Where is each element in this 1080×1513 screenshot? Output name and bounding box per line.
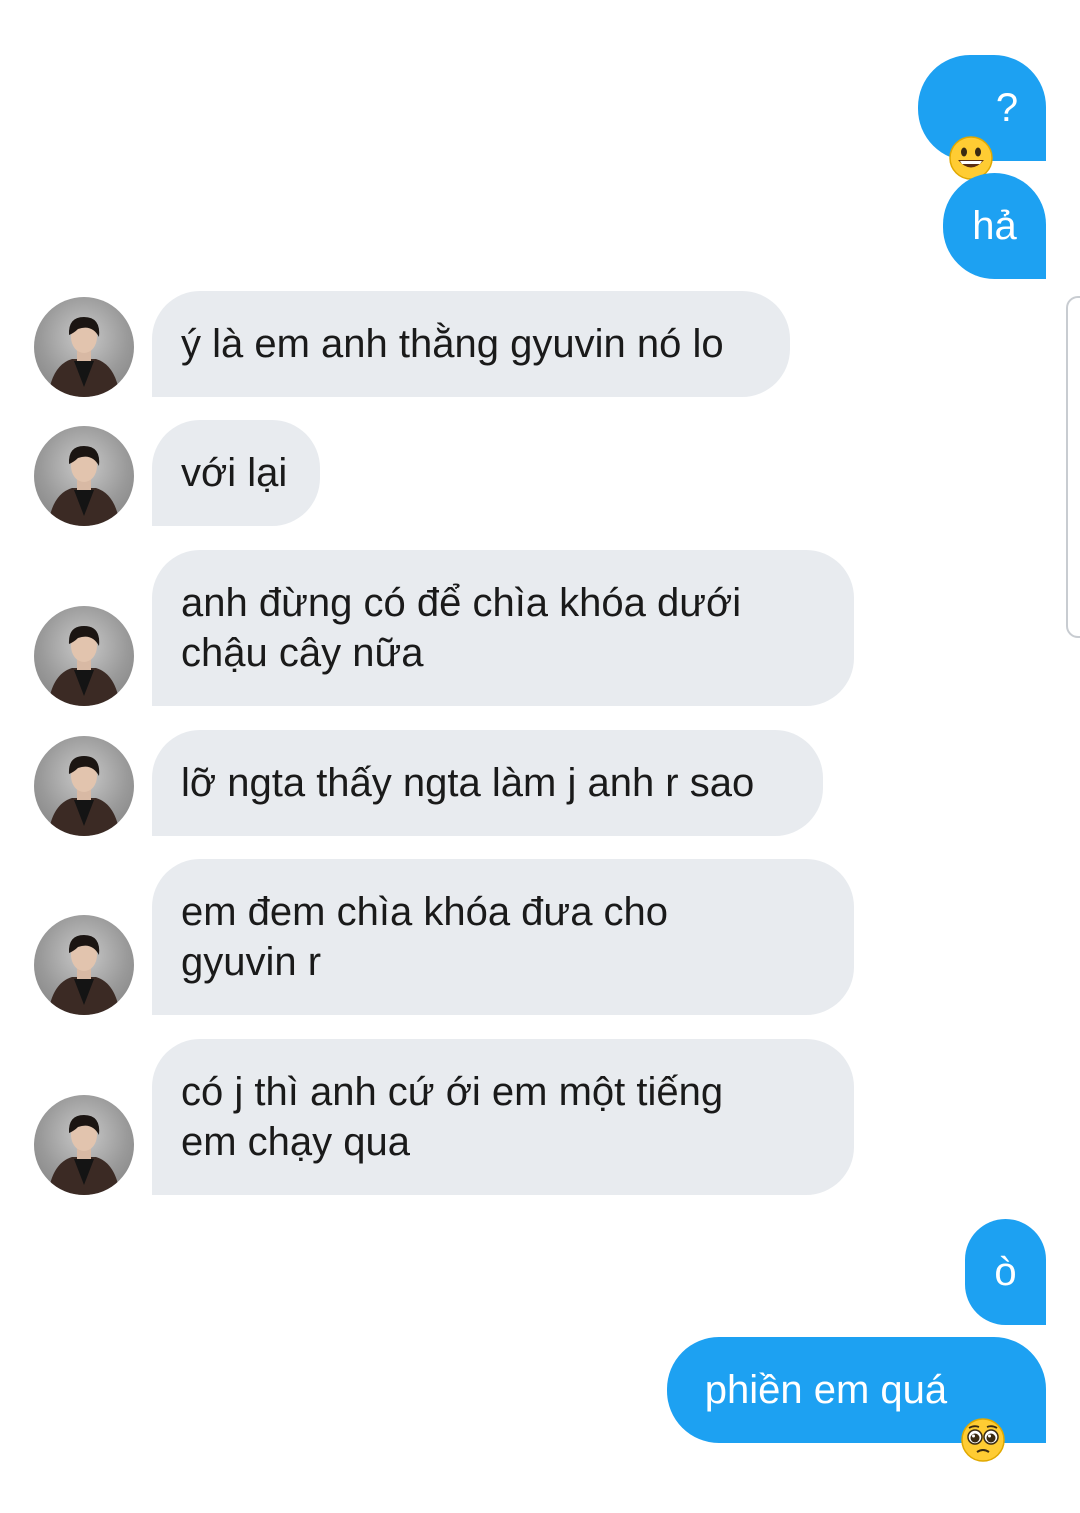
message-text: ý là em anh thằng gyuvin nó lo: [181, 322, 724, 366]
contact-avatar[interactable]: [34, 426, 134, 526]
incoming-message-bubble[interactable]: có j thì anh cứ ới em một tiếng em chạy …: [152, 1039, 854, 1195]
pleading-face-emoji-icon: [960, 1367, 1006, 1462]
message-text: em đem chìa khóa đưa cho gyuvin r: [181, 890, 669, 984]
grinning-face-emoji-icon: [948, 85, 994, 180]
person-photo-icon: [48, 1115, 120, 1195]
message-text: phiền em quá: [704, 1368, 959, 1412]
incoming-message-bubble[interactable]: với lại: [152, 420, 320, 526]
incoming-message-bubble[interactable]: ý là em anh thằng gyuvin nó lo: [152, 291, 790, 397]
outgoing-message-bubble[interactable]: hả: [943, 173, 1046, 279]
message-text: có j thì anh cứ ới em một tiếng em chạy …: [181, 1070, 724, 1164]
person-photo-icon: [48, 756, 120, 836]
message-text: với lại: [181, 451, 288, 495]
incoming-message-bubble[interactable]: anh đừng có để chìa khóa dưới chậu cây n…: [152, 550, 854, 706]
scrollbar[interactable]: [1066, 296, 1080, 638]
message-text: ò: [994, 1250, 1017, 1294]
outgoing-message-bubble[interactable]: ò: [965, 1219, 1046, 1325]
contact-avatar[interactable]: [34, 915, 134, 1015]
contact-avatar[interactable]: [34, 1095, 134, 1195]
message-thread: ? hả ý là em anh thằng gyuvin nó lo với …: [0, 0, 1080, 1462]
outgoing-message-bubble[interactable]: phiền em quá: [667, 1337, 1046, 1462]
contact-avatar[interactable]: [34, 736, 134, 836]
incoming-message-bubble[interactable]: lỡ ngta thấy ngta làm j anh r sao: [152, 730, 823, 836]
message-text: hả: [972, 204, 1017, 248]
message-text: anh đừng có để chìa khóa dưới chậu cây n…: [181, 581, 742, 675]
contact-avatar[interactable]: [34, 297, 134, 397]
message-text: lỡ ngta thấy ngta làm j anh r sao: [181, 761, 755, 805]
incoming-message-bubble[interactable]: em đem chìa khóa đưa cho gyuvin r: [152, 859, 854, 1015]
person-photo-icon: [48, 626, 120, 706]
person-photo-icon: [48, 446, 120, 526]
person-photo-icon: [48, 935, 120, 1015]
person-photo-icon: [48, 317, 120, 397]
message-text: ?: [995, 86, 1019, 130]
contact-avatar[interactable]: [34, 606, 134, 706]
outgoing-message-bubble[interactable]: ?: [918, 55, 1046, 180]
